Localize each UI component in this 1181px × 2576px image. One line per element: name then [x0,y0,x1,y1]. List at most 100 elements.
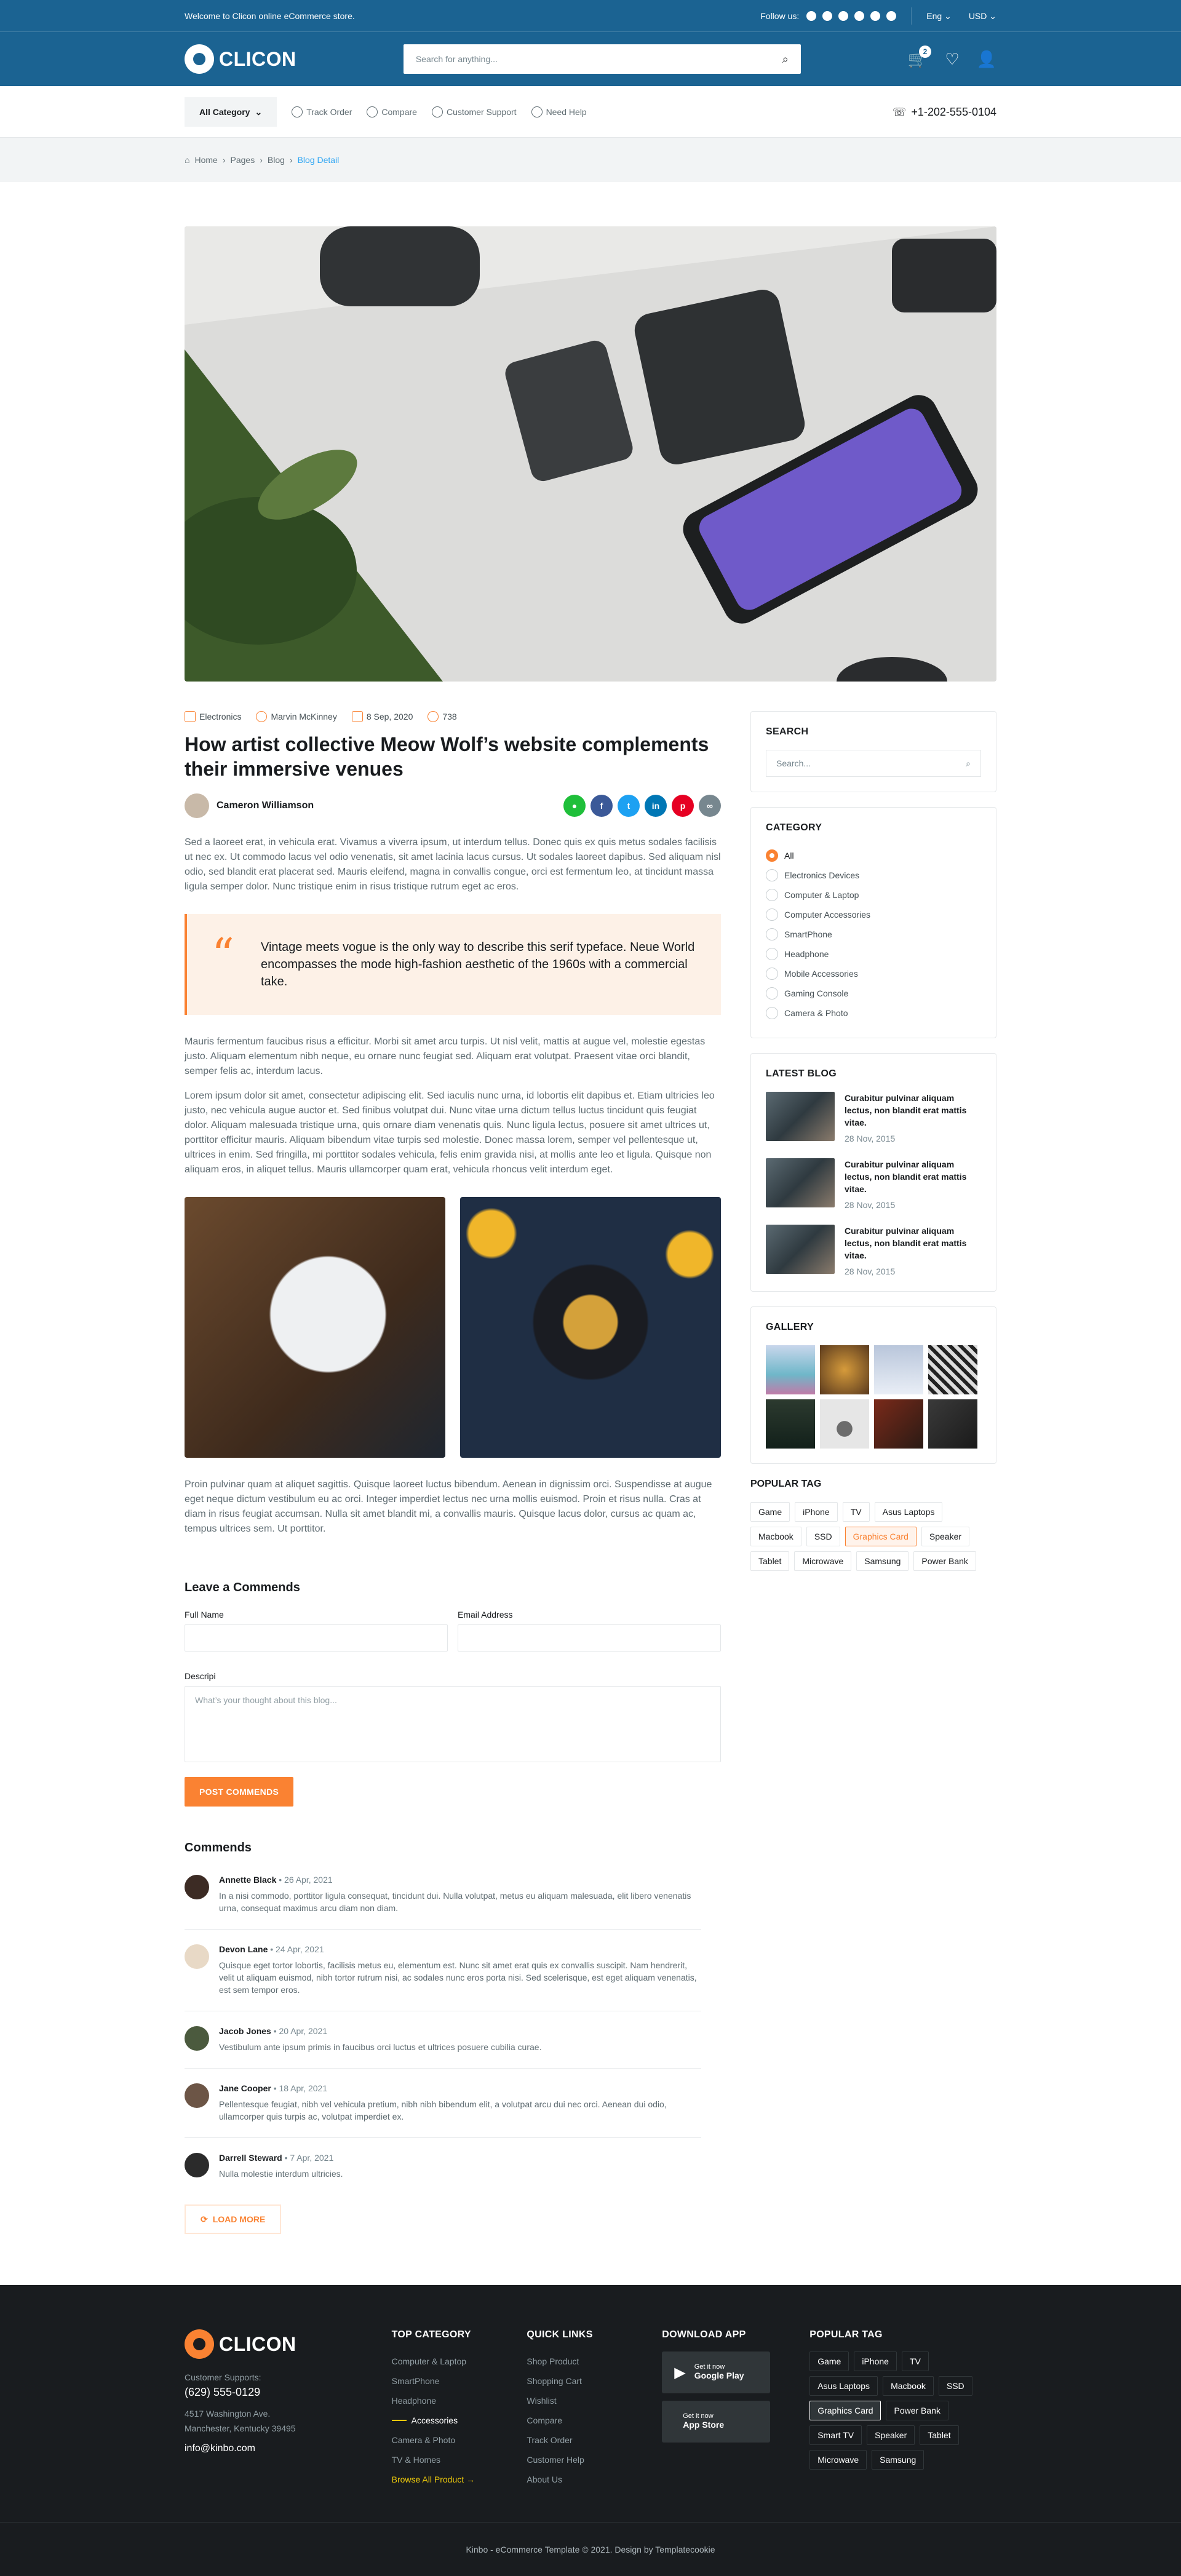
footer-email[interactable]: info@kinbo.com [185,2443,352,2454]
latest-blog-item[interactable]: Curabitur pulvinar aliquam lectus, non b… [766,1225,981,1276]
footer-link[interactable]: Computer & Laptop [392,2351,488,2371]
footer-link[interactable]: SmartPhone [392,2371,488,2391]
tag[interactable]: Samsung [872,2450,925,2470]
gallery-image[interactable] [874,1399,923,1449]
tag[interactable]: Power Bank [886,2401,948,2420]
description-field[interactable]: What’s your thought about this blog... [185,1686,721,1762]
breadcrumb-blog[interactable]: Blog [268,155,285,165]
reddit-icon[interactable] [854,11,865,21]
category-radio[interactable]: Gaming Console [766,984,981,1003]
tag[interactable]: Game [809,2351,849,2371]
link-icon[interactable]: ∞ [699,795,721,817]
category-radio[interactable]: Electronics Devices [766,865,981,885]
tag[interactable]: Power Bank [913,1551,976,1571]
language-select[interactable]: Eng ⌄ [926,11,952,22]
tag[interactable]: SSD [806,1527,840,1546]
logo[interactable]: CLICON [185,44,296,74]
tag[interactable]: TV [901,2351,929,2371]
whatsapp-icon[interactable]: ● [563,795,586,817]
tag[interactable]: Tablet [920,2425,959,2445]
tag[interactable]: Smart TV [809,2425,862,2445]
category-radio[interactable]: Computer & Laptop [766,885,981,905]
category-radio[interactable]: All [766,846,981,865]
tag-active[interactable]: Graphics Card [809,2401,881,2420]
cart-icon[interactable]: 🛒 2 [908,46,931,69]
app-store-button[interactable]: Get it now App Store [662,2401,771,2443]
all-category-dropdown[interactable]: All Category ⌄ [185,97,277,127]
breadcrumb-pages[interactable]: Pages [231,155,255,165]
gallery-image[interactable] [820,1345,869,1394]
sidebar-search-input[interactable]: Search... ⌕ [766,750,981,777]
heart-icon[interactable]: ♡ [942,49,962,69]
nav-customer-support[interactable]: Customer Support [431,106,517,117]
nav-track-order[interactable]: Track Order [292,106,352,117]
currency-select[interactable]: USD ⌄ [969,11,996,22]
tag-active[interactable]: Graphics Card [845,1527,917,1546]
footer-link[interactable]: TV & Homes [392,2450,488,2470]
footer-logo[interactable]: CLICON [185,2329,352,2359]
search-icon[interactable]: ⌕ [782,53,789,66]
breadcrumb-home[interactable]: Home [194,155,217,165]
pinterest-icon[interactable] [838,11,849,21]
category-radio[interactable]: Mobile Accessories [766,964,981,984]
category-radio[interactable]: Headphone [766,944,981,964]
support-phone[interactable]: (629) 555-0129 [185,2386,352,2399]
facebook-icon[interactable] [822,11,833,21]
category-radio[interactable]: Camera & Photo [766,1003,981,1023]
post-comment-button[interactable]: POST COMMENDS [185,1777,294,1807]
facebook-icon[interactable]: f [590,795,613,817]
footer-link[interactable]: About Us [527,2470,622,2489]
gallery-image[interactable] [766,1345,815,1394]
latest-blog-item[interactable]: Curabitur pulvinar aliquam lectus, non b… [766,1158,981,1210]
tag[interactable]: iPhone [795,1502,838,1522]
tag[interactable]: Samsung [856,1551,909,1571]
category-radio[interactable]: SmartPhone [766,924,981,944]
footer-link[interactable]: Shopping Cart [527,2371,622,2391]
instagram-icon[interactable] [886,11,897,21]
tag[interactable]: TV [842,1502,870,1522]
phone-number[interactable]: ☏ +1-202-555-0104 [893,106,996,119]
tag[interactable]: Microwave [794,1551,852,1571]
gallery-image[interactable] [928,1345,977,1394]
gallery-image[interactable] [820,1399,869,1449]
load-more-button[interactable]: ⟳ LOAD MORE [185,2204,282,2234]
gallery-image[interactable] [766,1399,815,1449]
category-radio[interactable]: Computer Accessories [766,905,981,924]
footer-link[interactable]: Shop Product [527,2351,622,2371]
full-name-field[interactable] [185,1624,448,1652]
tag[interactable]: Speaker [921,1527,970,1546]
footer-link[interactable]: Headphone [392,2391,488,2411]
tag[interactable]: Tablet [750,1551,790,1571]
footer-link[interactable]: Compare [527,2411,622,2430]
youtube-icon[interactable] [870,11,881,21]
tag[interactable]: iPhone [854,2351,897,2371]
search-icon[interactable]: ⌕ [966,758,971,769]
nav-compare[interactable]: Compare [367,106,417,117]
footer-link[interactable]: Track Order [527,2430,622,2450]
linkedin-icon[interactable]: in [645,795,667,817]
twitter-icon[interactable]: t [618,795,640,817]
google-play-button[interactable]: ▶ Get it now Google Play [662,2351,771,2393]
gallery-image[interactable] [874,1345,923,1394]
tag[interactable]: Macbook [750,1527,801,1546]
footer-link[interactable]: Customer Help [527,2450,622,2470]
pinterest-icon[interactable]: p [672,795,694,817]
footer-link-active[interactable]: Accessories [392,2411,488,2430]
tag[interactable]: SSD [938,2376,972,2396]
email-field[interactable] [458,1624,721,1652]
nav-need-help[interactable]: Need Help [531,106,587,117]
user-icon[interactable]: 👤 [977,49,996,69]
tag[interactable]: Asus Laptops [874,1502,943,1522]
tag[interactable]: Speaker [867,2425,915,2445]
search-input[interactable]: Search for anything... ⌕ [403,44,801,74]
tag[interactable]: Microwave [809,2450,867,2470]
meta-author[interactable]: Marvin McKinney [256,711,337,722]
tag[interactable]: Asus Laptops [809,2376,878,2396]
tag[interactable]: Game [750,1502,790,1522]
gallery-image[interactable] [928,1399,977,1449]
meta-category[interactable]: Electronics [185,711,241,722]
latest-blog-item[interactable]: Curabitur pulvinar aliquam lectus, non b… [766,1092,981,1143]
footer-link[interactable]: Camera & Photo [392,2430,488,2450]
post-author[interactable]: Cameron Williamson [185,793,314,818]
browse-all-link[interactable]: Browse All Product → [392,2470,488,2489]
